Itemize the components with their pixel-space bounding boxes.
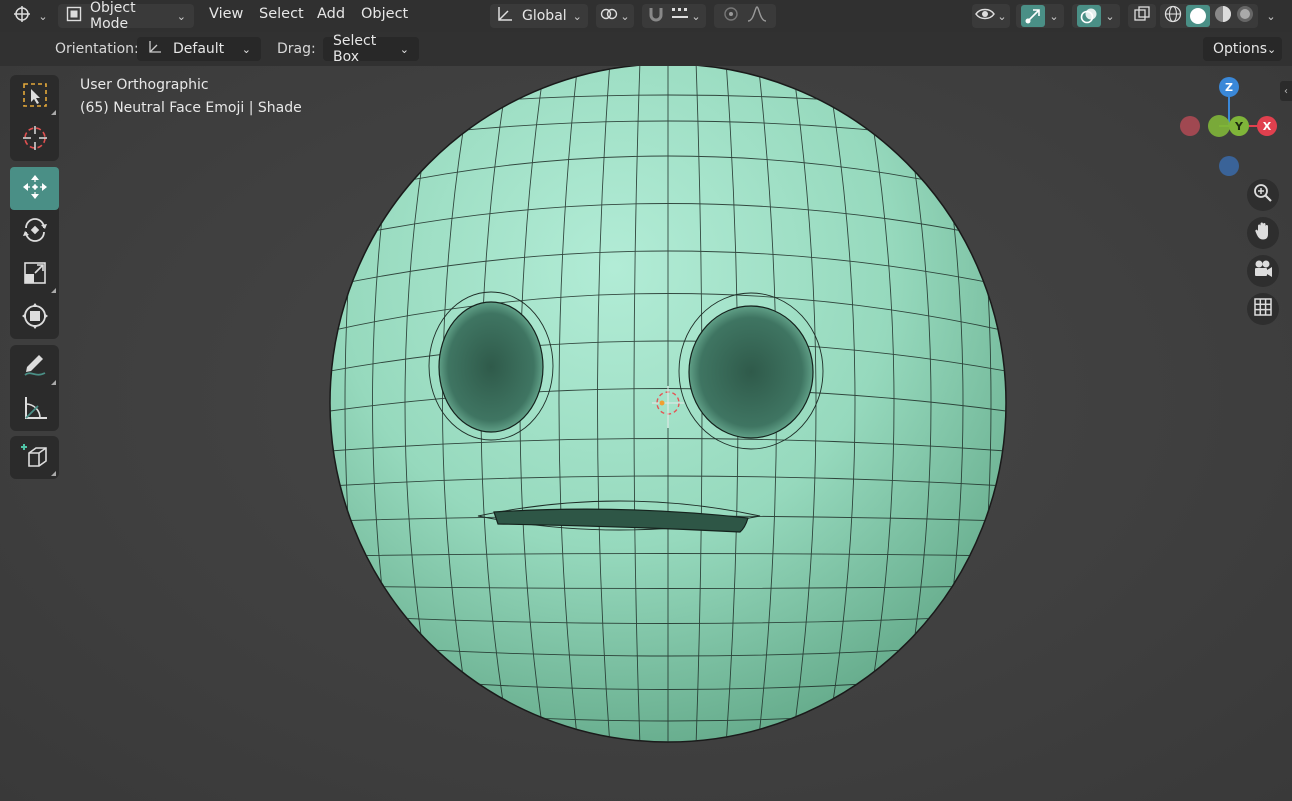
add-cube-tool[interactable] <box>10 436 59 479</box>
chevron-left-icon: ‹ <box>1284 85 1288 97</box>
object-info-label: (65) Neutral Face Emoji | Shade <box>80 100 302 116</box>
chevron-down-icon: ⌄ <box>241 42 251 56</box>
pivot-point-button[interactable]: ⌄ <box>596 4 634 28</box>
chevron-down-icon: ⌄ <box>1105 9 1115 23</box>
chevron-down-icon: ⌄ <box>620 9 630 23</box>
mode-selector[interactable]: Object Mode ⌄ <box>58 0 194 32</box>
transform-orientation-selector[interactable]: Global ⌄ <box>490 4 588 28</box>
scale-icon <box>22 260 48 290</box>
options-label: Options <box>1213 41 1268 57</box>
annotate-icon <box>21 351 49 383</box>
tool-settings-header: Orientation: Default ⌄ Drag: Select Box … <box>0 32 1292 66</box>
menu-select[interactable]: Select <box>259 6 304 22</box>
orientation-label: Orientation: <box>55 41 139 57</box>
toolbar-group-annotate <box>10 345 59 431</box>
grid-icon <box>1253 297 1273 321</box>
gizmo-icon[interactable] <box>1021 5 1046 27</box>
drag-label: Drag: <box>277 41 316 57</box>
visibility-selectability-button[interactable]: ⌄ <box>972 4 1010 28</box>
falloff-curve-icon <box>747 6 767 26</box>
transform-tool[interactable] <box>10 296 59 339</box>
view-name-label: User Orthographic <box>80 77 209 93</box>
toolbar-group-transform <box>10 167 59 339</box>
gizmo-toggle-group[interactable]: ⌄ <box>1016 4 1064 28</box>
gizmo-x-axis[interactable]: X <box>1257 116 1277 136</box>
proportional-edit-group[interactable] <box>714 4 776 28</box>
material-preview-icon[interactable] <box>1214 5 1232 27</box>
orientation-label: Global <box>522 8 567 24</box>
editor-type-button[interactable]: ⌄ <box>10 4 50 28</box>
solid-shading-icon[interactable] <box>1186 5 1210 27</box>
camera-view-button[interactable] <box>1247 255 1279 287</box>
proportional-edit-icon <box>723 6 739 26</box>
select-box-icon <box>22 82 48 112</box>
annotate-tool[interactable] <box>10 345 59 388</box>
rotate-icon <box>21 216 49 248</box>
chevron-down-icon: ⌄ <box>176 9 186 23</box>
add-cube-icon <box>20 441 50 475</box>
toolbar-group-select <box>10 75 59 161</box>
measure-icon <box>21 394 49 426</box>
orientation-dropdown[interactable]: Default ⌄ <box>137 37 261 61</box>
mode-label: Object Mode <box>90 0 136 32</box>
chevron-down-icon: ⌄ <box>1267 42 1277 56</box>
select-box-tool[interactable] <box>10 75 59 118</box>
cursor-tool[interactable] <box>10 118 59 161</box>
measure-tool[interactable] <box>10 388 59 431</box>
emoji-mesh[interactable] <box>0 66 1292 801</box>
shading-mode-group <box>1160 4 1258 28</box>
snap-increment-icon <box>671 7 689 25</box>
overlays-icon[interactable] <box>1077 5 1102 27</box>
drag-dropdown[interactable]: Select Box ⌄ <box>323 33 419 65</box>
chevron-down-icon: ⌄ <box>38 9 48 23</box>
menu-view[interactable]: View <box>209 6 243 22</box>
move-tool[interactable] <box>10 167 59 210</box>
shading-options-button[interactable]: ⌄ <box>1260 4 1282 28</box>
pan-button[interactable] <box>1247 217 1279 249</box>
eye-icon <box>975 6 996 26</box>
move-icon <box>21 173 49 205</box>
sidebar-toggle[interactable]: ‹ <box>1280 81 1292 101</box>
toolbar-group-add <box>10 436 59 479</box>
gizmo-z-axis[interactable]: Z <box>1219 77 1239 97</box>
scale-tool[interactable] <box>10 253 59 296</box>
snap-magnet-icon <box>647 5 665 27</box>
transform-icon <box>21 302 49 334</box>
wireframe-shading-icon[interactable] <box>1164 5 1182 27</box>
chevron-down-icon: ⌄ <box>399 42 409 56</box>
menu-object[interactable]: Object <box>361 6 408 22</box>
xray-toggle-button[interactable] <box>1128 4 1156 28</box>
snapping-group[interactable]: ⌄ <box>642 4 706 28</box>
hand-pan-icon <box>1253 221 1273 245</box>
drag-value: Select Box <box>333 33 377 65</box>
viewport-header: ⌄ Object Mode ⌄ View Select Add Object G… <box>0 0 1292 32</box>
options-dropdown[interactable]: Options ⌄ <box>1203 37 1282 61</box>
camera-icon <box>1252 259 1274 283</box>
zoom-icon <box>1253 183 1273 207</box>
menu-add[interactable]: Add <box>317 6 345 22</box>
3d-viewport[interactable]: User Orthographic (65) Neutral Face Emoj… <box>0 66 1292 801</box>
chevron-down-icon: ⌄ <box>997 9 1007 23</box>
orientation-value: Default <box>173 41 225 57</box>
cursor-icon <box>21 124 49 156</box>
orientation-axis-icon <box>496 5 514 27</box>
rotate-tool[interactable] <box>10 210 59 253</box>
overlays-toggle-group[interactable]: ⌄ <box>1072 4 1120 28</box>
chevron-down-icon: ⌄ <box>1049 9 1059 23</box>
gizmo-y-axis[interactable]: Y <box>1229 116 1249 136</box>
gizmo-neg-y-axis[interactable] <box>1208 115 1230 137</box>
orientation-gizmo-icon <box>147 39 163 59</box>
rendered-shading-icon[interactable] <box>1236 5 1254 27</box>
chevron-down-icon: ⌄ <box>691 9 701 23</box>
chevron-down-icon: ⌄ <box>1266 9 1276 23</box>
toggle-perspective-button[interactable] <box>1247 293 1279 325</box>
object-mode-icon <box>66 6 82 26</box>
zoom-button[interactable] <box>1247 179 1279 211</box>
gizmo-neg-x-axis[interactable] <box>1180 116 1200 136</box>
chevron-down-icon: ⌄ <box>572 9 582 23</box>
editor-type-icon <box>12 5 32 27</box>
gizmo-neg-z-axis[interactable] <box>1219 156 1239 176</box>
xray-icon <box>1134 6 1150 26</box>
pivot-icon <box>600 6 618 26</box>
